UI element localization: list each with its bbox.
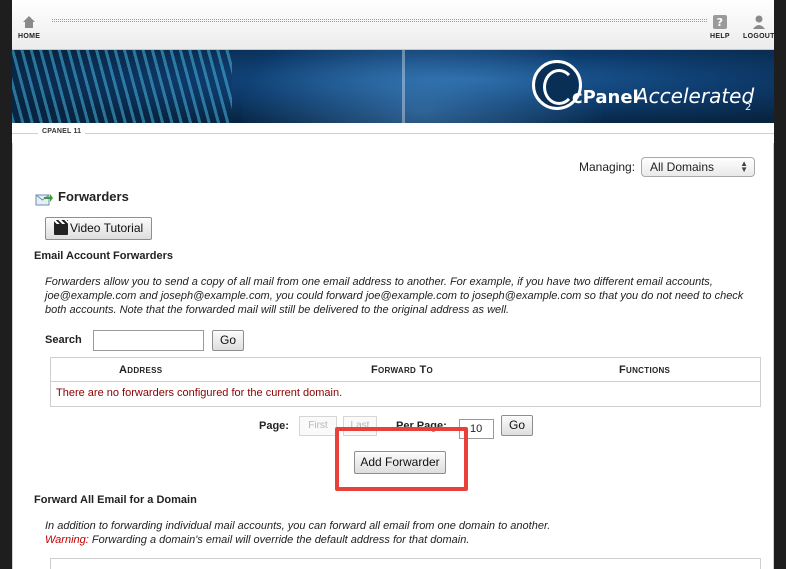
version-bar: CPANEL 11: [12, 123, 774, 143]
top-toolbar: HOME ? HELP LOGOUT: [12, 0, 774, 50]
logout-link[interactable]: LOGOUT: [743, 14, 775, 40]
warning-text: Forwarding a domain's email will overrid…: [91, 534, 470, 546]
table-row: There are no forwarders configured for t…: [51, 382, 760, 406]
domain-description-text: In addition to forwarding individual mai…: [45, 520, 551, 532]
clapperboard-icon: [54, 220, 68, 235]
page-label: Page:: [259, 420, 289, 432]
managing-label: Managing:: [579, 160, 636, 174]
search-go-button[interactable]: Go: [212, 330, 244, 351]
page-title: Forwarders: [58, 189, 129, 204]
logout-label: LOGOUT: [743, 33, 775, 40]
banner-light-beam: [402, 50, 405, 123]
toolbar-divider: [52, 19, 707, 22]
svg-text:?: ?: [717, 16, 724, 29]
help-label: HELP: [710, 33, 730, 40]
warning-label: Warning:: [45, 534, 89, 546]
highlight-box: [335, 427, 468, 491]
domain-select[interactable]: All Domains ▲ ▼: [641, 157, 755, 177]
main-content: Managing: All Domains ▲ ▼ Forwarders Vide…: [12, 143, 774, 569]
brand-version: 2: [745, 102, 752, 113]
video-tutorial-button[interactable]: Video Tutorial: [45, 217, 152, 240]
help-icon: ?: [712, 15, 727, 29]
home-label: HOME: [18, 33, 41, 40]
forwarders-icon: [35, 194, 53, 206]
column-forward-to[interactable]: Forward To: [371, 364, 433, 376]
first-page-button[interactable]: First: [299, 416, 337, 436]
column-functions: Functions: [619, 364, 671, 376]
home-icon: [23, 16, 36, 28]
select-arrows-icon: ▲ ▼: [740, 159, 748, 174]
brand-cpanel: cPanel: [572, 87, 639, 108]
version-divider: [12, 133, 774, 134]
search-label: Search: [45, 334, 82, 346]
video-tutorial-label: Video Tutorial: [70, 221, 144, 235]
empty-table-message: There are no forwarders configured for t…: [56, 387, 343, 399]
cpanel-banner: cPanel Accelerated 2: [12, 50, 774, 123]
domain-select-value: All Domains: [650, 160, 715, 174]
home-link[interactable]: HOME: [18, 14, 40, 40]
column-address[interactable]: Address: [119, 364, 162, 376]
logout-icon: [752, 15, 765, 29]
search-input[interactable]: [93, 330, 204, 351]
help-link[interactable]: ? HELP: [710, 14, 730, 40]
brand-accelerated: Accelerated: [635, 84, 755, 108]
domain-forwarders-table: [50, 558, 761, 569]
domain-forwarders-description: In addition to forwarding individual mai…: [45, 519, 765, 547]
per-page-go-button[interactable]: Go: [501, 415, 533, 436]
email-forwarders-description: Forwarders allow you to send a copy of a…: [45, 276, 744, 316]
email-forwarders-heading: Email Account Forwarders: [34, 250, 173, 262]
table-header: Address Forward To Functions: [51, 358, 760, 382]
banner-network-graphic: [12, 50, 232, 123]
forwarders-table: Address Forward To Functions There are n…: [50, 357, 761, 407]
domain-forwarders-heading: Forward All Email for a Domain: [34, 494, 197, 506]
version-tab: CPANEL 11: [38, 127, 86, 136]
